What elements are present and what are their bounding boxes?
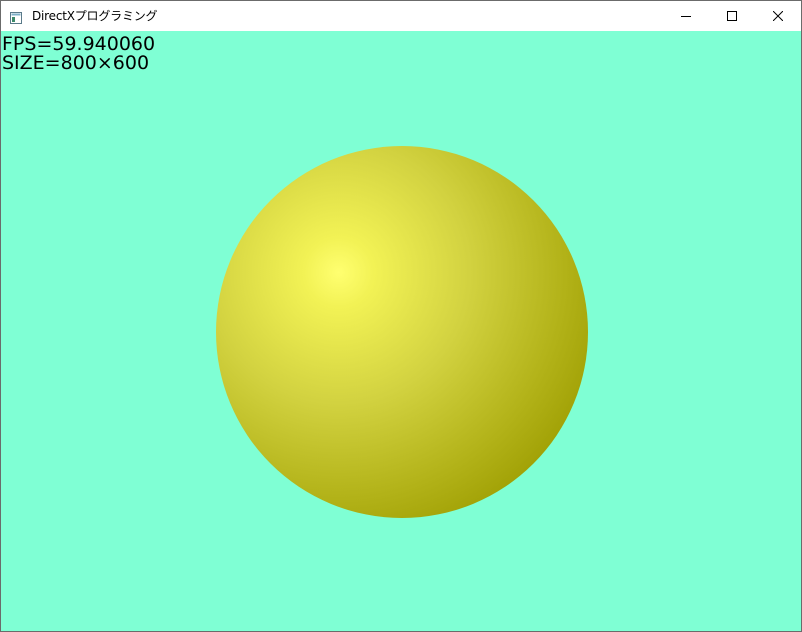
maximize-icon	[727, 11, 737, 21]
render-viewport[interactable]: FPS=59.940060 SIZE=800×600	[1, 31, 801, 631]
window-title: DirectXプログラミング	[32, 9, 158, 23]
yellow-sphere	[216, 146, 588, 518]
close-icon	[773, 11, 783, 21]
maximize-button[interactable]	[709, 1, 755, 31]
app-window-icon[interactable]	[10, 9, 22, 24]
app-window: DirectXプログラミング FPS=59.940060 SIZE=800×60…	[0, 0, 802, 632]
title-bar[interactable]: DirectXプログラミング	[1, 1, 801, 31]
close-button[interactable]	[755, 1, 801, 31]
minimize-button[interactable]	[663, 1, 709, 31]
size-readout: SIZE=800×600	[2, 52, 150, 74]
minimize-icon	[681, 16, 691, 17]
debug-hud: FPS=59.940060 SIZE=800×600	[2, 35, 155, 73]
